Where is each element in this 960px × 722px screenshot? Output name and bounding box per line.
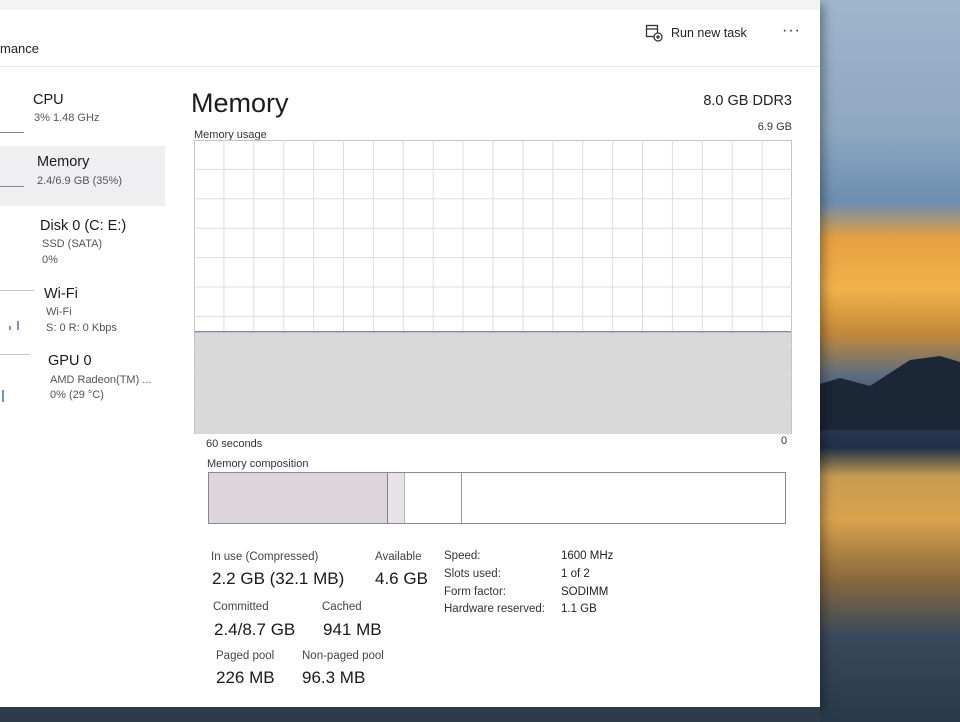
non-paged-pool-label: Non-paged pool (302, 650, 384, 662)
sidebar-item-label: GPU 0 (48, 353, 92, 369)
sidebar-item-cpu[interactable]: CPU 3% 1.48 GHz (0, 84, 165, 144)
more-options-button[interactable]: ··· (782, 22, 801, 40)
desktop-bottom-edge (0, 707, 820, 722)
hardware-reserved-value: 1.1 GB (561, 603, 597, 615)
memory-usage-max: 6.9 GB (757, 121, 792, 133)
speed-value: 1600 MHz (561, 550, 614, 562)
sidebar-item-disk[interactable]: Disk 0 (C: E:) SSD (SATA) 0% (0, 210, 165, 270)
paged-pool-label: Paged pool (216, 650, 275, 662)
slots-used-label: Slots used: (444, 568, 501, 580)
time-axis-label: 60 seconds (206, 438, 263, 450)
speed-label: Speed: (444, 550, 481, 562)
wifi-activity-icon (9, 321, 19, 330)
memory-composition-bar (208, 472, 786, 524)
memory-heading: Memory (191, 88, 289, 118)
memory-spec: 8.0 GB DDR3 (703, 93, 792, 109)
wifi-thumbnail (0, 290, 34, 291)
gpu-thumbnail (0, 354, 30, 355)
paged-pool-value: 226 MB (216, 668, 275, 687)
sidebar-item-detail: Wi-Fi (46, 306, 72, 318)
sidebar-item-label: Wi-Fi (44, 286, 78, 302)
header-divider (0, 66, 820, 67)
sidebar-item-memory[interactable]: Memory 2.4/6.9 GB (35%) (0, 146, 165, 206)
cached-value: 941 MB (323, 620, 382, 639)
composition-in-use (209, 473, 388, 523)
run-new-task-button[interactable]: Run new task (645, 24, 747, 42)
sidebar-item-detail: 3% 1.48 GHz (34, 112, 100, 124)
sidebar-item-label: Memory (37, 154, 90, 170)
sidebar-item-wifi[interactable]: Wi-Fi Wi-Fi S: 0 R: 0 Kbps (0, 278, 165, 338)
memory-composition-label: Memory composition (207, 458, 309, 470)
hardware-reserved-label: Hardware reserved: (444, 603, 545, 615)
mountain-silhouette (800, 356, 960, 430)
sidebar-item-label: Disk 0 (C: E:) (40, 218, 127, 234)
sidebar-item-detail: AMD Radeon(TM) ... (50, 374, 152, 386)
sidebar-item-detail: S: 0 R: 0 Kbps (46, 322, 117, 334)
sidebar-item-detail: 0% (29 °C) (50, 389, 104, 401)
non-paged-pool-value: 96.3 MB (302, 668, 366, 687)
form-factor-label: Form factor: (444, 586, 506, 598)
usage-area (195, 331, 791, 434)
sidebar-item-detail: 2.4/6.9 GB (35%) (37, 175, 122, 187)
memory-usage-chart (194, 140, 792, 434)
form-factor-value: SODIMM (561, 586, 609, 598)
available-label: Available (375, 551, 422, 563)
cached-label: Cached (322, 601, 362, 613)
sidebar-item-detail: 0% (42, 254, 58, 266)
composition-modified (387, 473, 405, 523)
sidebar-item-detail: SSD (SATA) (42, 238, 103, 250)
time-axis-end-label: 0 (781, 435, 788, 447)
title-strip (0, 0, 820, 10)
committed-label: Committed (213, 601, 269, 613)
slots-used-value: 1 of 2 (561, 568, 590, 580)
task-manager-window: mance Run new task ··· CPU 3% 1.48 GHz M… (0, 0, 820, 707)
in-use-value: 2.2 GB (32.1 MB) (212, 569, 345, 588)
page-title: mance (0, 41, 40, 56)
sidebar-item-label: CPU (33, 92, 64, 108)
in-use-label: In use (Compressed) (211, 551, 319, 563)
memory-thumbnail (0, 186, 24, 187)
available-value: 4.6 GB (375, 569, 428, 588)
run-new-task-label: Run new task (671, 26, 747, 40)
gpu-activity-icon (2, 390, 4, 402)
cpu-thumbnail (0, 132, 24, 133)
sidebar-item-gpu[interactable]: GPU 0 AMD Radeon(TM) ... 0% (29 °C) (0, 346, 165, 406)
committed-value: 2.4/8.7 GB (214, 620, 296, 639)
composition-standby (404, 473, 463, 523)
run-task-icon (645, 24, 663, 42)
